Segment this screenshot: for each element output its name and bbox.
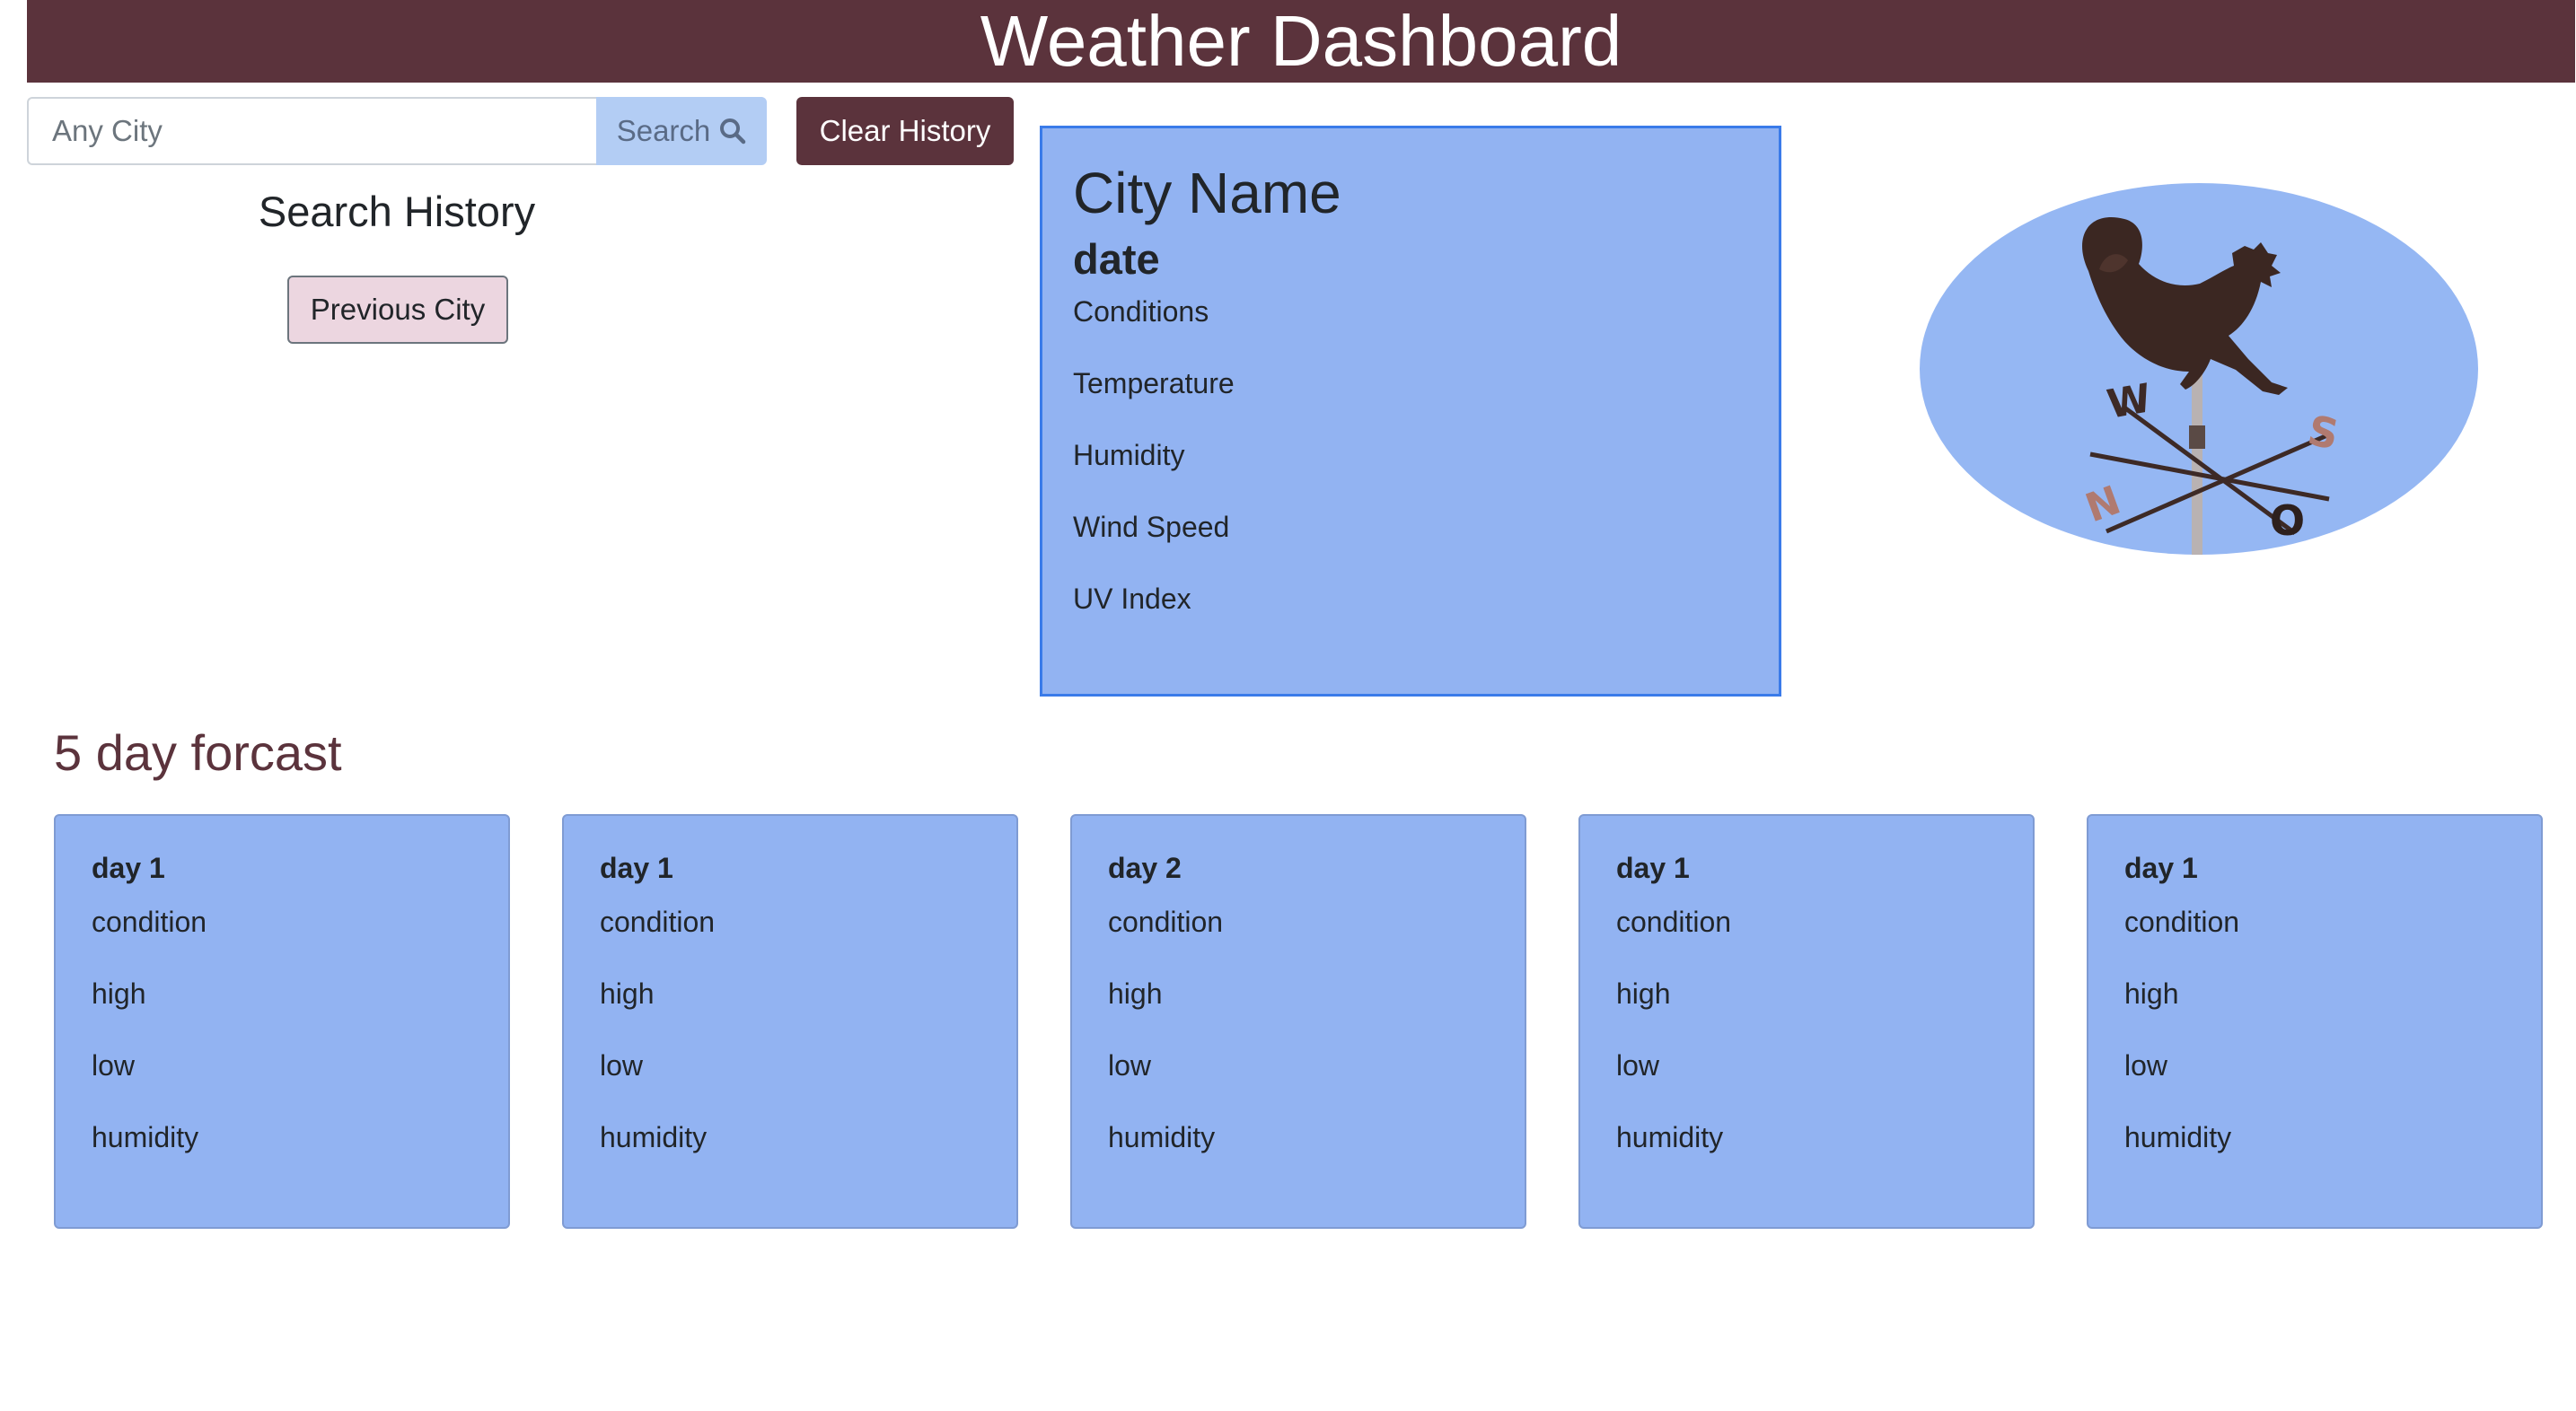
forecast-high: high: [600, 977, 655, 1010]
forecast-humidity: humidity: [600, 1121, 708, 1153]
app-header: Weather Dashboard: [27, 0, 2575, 83]
search-group: Search: [27, 97, 767, 165]
search-icon: [719, 118, 746, 145]
forecast-condition: condition: [600, 906, 716, 938]
forecast-humidity: humidity: [2124, 1121, 2232, 1153]
forecast-condition: condition: [1616, 906, 1732, 938]
uv-index-field: UV Index: [1073, 583, 1191, 615]
forecast-humidity: humidity: [1616, 1121, 1724, 1153]
forecast-low: low: [1108, 1049, 1152, 1082]
wind-speed-field: Wind Speed: [1073, 511, 1230, 543]
weather-vane-image: W S N O: [1920, 183, 2478, 555]
forecast-card-4: day 1 condition high low humidity: [1578, 814, 2035, 1229]
forecast-card-5: day 1 condition high low humidity: [2087, 814, 2543, 1229]
forecast-low: low: [600, 1049, 644, 1082]
forecast-title: 5 day forcast: [54, 724, 342, 781]
forecast-low: low: [2124, 1049, 2168, 1082]
search-button-label: Search: [616, 114, 711, 147]
history-item-button[interactable]: Previous City: [287, 276, 508, 344]
conditions-field: Conditions: [1073, 295, 1209, 328]
temperature-field: Temperature: [1073, 367, 1235, 399]
search-button[interactable]: Search: [596, 97, 767, 165]
forecast-high: high: [2124, 977, 2179, 1010]
humidity-field: Humidity: [1073, 439, 1185, 471]
forecast-day: day 1: [92, 852, 165, 884]
search-input[interactable]: [27, 97, 596, 165]
clear-history-button[interactable]: Clear History: [796, 97, 1014, 165]
forecast-low: low: [1616, 1049, 1660, 1082]
svg-text:O: O: [2270, 496, 2305, 545]
forecast-condition: condition: [92, 906, 207, 938]
forecast-day: day 1: [1616, 852, 1690, 884]
forecast-card-2: day 1 condition high low humidity: [562, 814, 1018, 1229]
forecast-high: high: [1616, 977, 1671, 1010]
svg-text:W: W: [2104, 375, 2155, 428]
search-history-title: Search History: [258, 188, 536, 235]
page-title: Weather Dashboard: [980, 1, 1622, 81]
forecast-condition: condition: [2124, 906, 2240, 938]
forecast-humidity: humidity: [1108, 1121, 1216, 1153]
forecast-high: high: [1108, 977, 1163, 1010]
forecast-card-1: day 1 condition high low humidity: [54, 814, 510, 1229]
forecast-day: day 1: [600, 852, 673, 884]
current-date: date: [1073, 235, 1160, 283]
forecast-low: low: [92, 1049, 136, 1082]
forecast-day: day 1: [2124, 852, 2198, 884]
city-name: City Name: [1073, 161, 1341, 225]
forecast-humidity: humidity: [92, 1121, 199, 1153]
current-weather-card: City Name date Conditions Temperature Hu…: [1040, 126, 1781, 697]
forecast-condition: condition: [1108, 906, 1224, 938]
forecast-card-3: day 2 condition high low humidity: [1070, 814, 1526, 1229]
forecast-day: day 2: [1108, 852, 1182, 884]
forecast-high: high: [92, 977, 146, 1010]
